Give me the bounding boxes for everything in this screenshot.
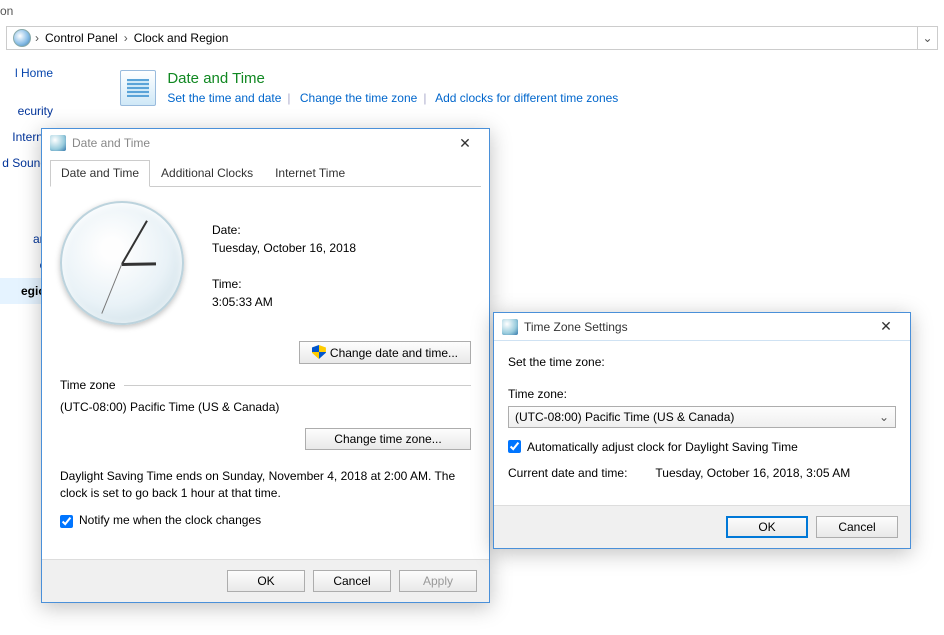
tab-date-time[interactable]: Date and Time	[50, 160, 150, 187]
dialog-title: Time Zone Settings	[524, 320, 628, 334]
globe-icon	[13, 29, 31, 47]
window-title-fragment: on	[0, 0, 15, 22]
breadcrumb-clock-region[interactable]: Clock and Region	[128, 31, 235, 45]
notify-label: Notify me when the clock changes	[79, 513, 261, 527]
calendar-clock-icon	[120, 70, 156, 106]
dialog-footer: OK Cancel Apply	[42, 559, 489, 602]
date-value: Tuesday, October 16, 2018	[212, 239, 356, 257]
auto-dst-label: Automatically adjust clock for Daylight …	[527, 438, 798, 456]
category-links: Set the time and date| Change the time z…	[167, 91, 624, 105]
change-date-time-button[interactable]: Change date and time...	[299, 341, 471, 364]
time-label: Time:	[212, 275, 356, 293]
dialog-title: Date and Time	[72, 136, 150, 150]
category-title[interactable]: Date and Time	[167, 70, 624, 87]
current-datetime-value: Tuesday, October 16, 2018, 3:05 AM	[655, 464, 850, 482]
timezone-selected: (UTC-08:00) Pacific Time (US & Canada)	[515, 408, 734, 426]
date-time-dialog: Date and Time ✕ Date and Time Additional…	[41, 128, 490, 603]
clock-icon	[50, 135, 66, 151]
notify-checkbox-row[interactable]: Notify me when the clock changes	[60, 513, 471, 528]
timezone-label: Time zone:	[508, 385, 896, 403]
close-button[interactable]: ✕	[445, 132, 485, 154]
analog-clock	[60, 201, 194, 335]
timezone-select[interactable]: (UTC-08:00) Pacific Time (US & Canada) ⌄	[508, 406, 896, 428]
link-set-time-date[interactable]: Set the time and date	[167, 91, 281, 105]
dialog-footer: OK Cancel	[494, 505, 910, 548]
tab-internet-time[interactable]: Internet Time	[264, 160, 356, 187]
category-date-time: Date and Time Set the time and date| Cha…	[120, 70, 624, 106]
change-time-zone-button[interactable]: Change time zone...	[305, 428, 471, 450]
current-datetime-label: Current date and time:	[508, 464, 627, 482]
breadcrumb-control-panel[interactable]: Control Panel	[39, 31, 124, 45]
timezone-settings-dialog: Time Zone Settings ✕ Set the time zone: …	[493, 312, 911, 549]
breadcrumb: › Control Panel › Clock and Region ⌄	[6, 26, 938, 50]
tabstrip: Date and Time Additional Clocks Internet…	[50, 159, 481, 187]
dst-info-text: Daylight Saving Time ends on Sunday, Nov…	[60, 468, 471, 503]
chevron-down-icon: ⌄	[879, 408, 889, 426]
cancel-button[interactable]: Cancel	[816, 516, 898, 538]
link-add-clocks[interactable]: Add clocks for different time zones	[435, 91, 618, 105]
clock-icon	[502, 319, 518, 335]
time-value: 3:05:33 AM	[212, 293, 356, 311]
apply-button[interactable]: Apply	[399, 570, 477, 592]
uac-shield-icon	[312, 345, 326, 359]
ok-button[interactable]: OK	[227, 570, 305, 592]
auto-dst-checkbox[interactable]	[508, 440, 521, 453]
tab-additional-clocks[interactable]: Additional Clocks	[150, 160, 264, 187]
date-label: Date:	[212, 221, 356, 239]
sidebar-item	[0, 86, 55, 98]
link-change-time-zone[interactable]: Change the time zone	[300, 91, 417, 105]
sidebar-item-home[interactable]: l Home	[0, 60, 55, 86]
timezone-value: (UTC-08:00) Pacific Time (US & Canada)	[60, 400, 471, 414]
cancel-button[interactable]: Cancel	[313, 570, 391, 592]
breadcrumb-dropdown[interactable]: ⌄	[917, 27, 937, 49]
notify-checkbox[interactable]	[60, 515, 73, 528]
subtitle: Set the time zone:	[508, 353, 896, 371]
sidebar-item-security[interactable]: ecurity	[0, 98, 55, 124]
close-button[interactable]: ✕	[866, 316, 906, 338]
titlebar[interactable]: Time Zone Settings ✕	[494, 313, 910, 341]
timezone-section-label: Time zone	[60, 378, 116, 392]
ok-button[interactable]: OK	[726, 516, 808, 538]
auto-dst-checkbox-row[interactable]: Automatically adjust clock for Daylight …	[508, 438, 896, 456]
titlebar[interactable]: Date and Time ✕	[42, 129, 489, 157]
